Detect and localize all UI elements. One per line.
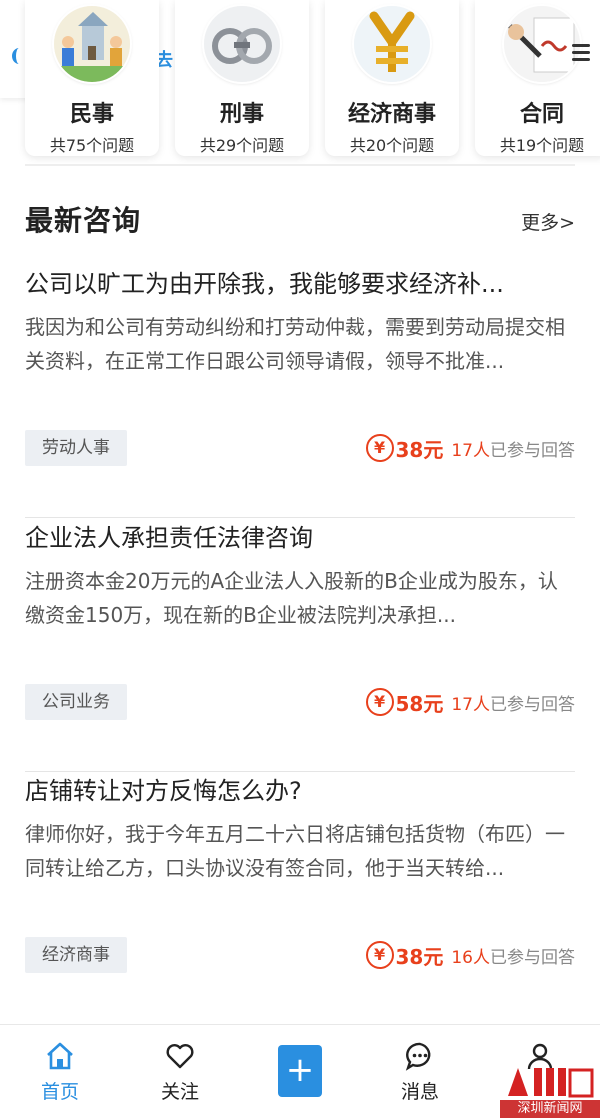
category-card-economic[interactable]: 经济商事 共20个问题 bbox=[325, 0, 459, 156]
category-count: 共20个问题 bbox=[349, 136, 435, 155]
category-count: 共75个问题 bbox=[49, 136, 135, 155]
category-name: 合同 bbox=[519, 102, 564, 127]
participant-count: 16人 bbox=[451, 947, 490, 968]
reward-price: 38元 bbox=[395, 944, 444, 969]
answered-label: 已参与回答 bbox=[490, 694, 575, 715]
category-strip: 去 民事 共75个问题 刑事 共29个问题 经济商事 共20个问题 合同 共19… bbox=[0, 0, 600, 170]
question-item[interactable]: 公司以旷工为由开除我，我能够要求经济补... 我因为和公司有劳动纠纷和打劳动仲裁… bbox=[25, 264, 575, 518]
home-icon bbox=[47, 1042, 73, 1070]
divider bbox=[25, 164, 575, 166]
category-card-civil[interactable]: 民事 共75个问题 bbox=[25, 0, 159, 156]
category-count: 共19个问题 bbox=[499, 136, 585, 155]
question-tag[interactable]: 劳动人事 bbox=[25, 430, 127, 466]
section-title: 最新咨询 bbox=[25, 204, 142, 237]
yen-icon: ¥ bbox=[365, 434, 394, 462]
heart-icon bbox=[166, 1044, 194, 1069]
add-question-button[interactable]: + bbox=[278, 1045, 322, 1097]
handcuffs-icon bbox=[204, 6, 280, 82]
nav-label: 消息 bbox=[400, 1081, 439, 1103]
shenzhen-news-logo-icon bbox=[508, 1068, 594, 1098]
question-tag[interactable]: 经济商事 bbox=[25, 937, 127, 973]
category-name: 刑事 bbox=[219, 102, 264, 127]
nav-home[interactable]: 首页 bbox=[0, 1025, 120, 1120]
question-meta: ¥ 38元 16人 已参与回答 bbox=[365, 939, 575, 971]
answered-label: 已参与回答 bbox=[490, 440, 575, 461]
participant-count: 17人 bbox=[451, 694, 490, 715]
partial-icon bbox=[12, 48, 26, 64]
category-card-criminal[interactable]: 刑事 共29个问题 bbox=[175, 0, 309, 156]
question-body: 律师你好，我于今年五月二十六日将店铺包括货物（布匹）一同转让给乙方，口头协议没有… bbox=[25, 822, 565, 880]
yen-icon: ¥ bbox=[365, 941, 394, 969]
category-name: 民事 bbox=[69, 102, 114, 127]
question-title[interactable]: 企业法人承担责任法律咨询 bbox=[25, 518, 575, 553]
contract-signing-icon bbox=[504, 6, 580, 82]
nav-label: 关注 bbox=[160, 1081, 199, 1103]
question-body: 我因为和公司有劳动纠纷和打劳动仲裁，需要到劳动局提交相关资料，在正常工作日跟公司… bbox=[25, 315, 565, 373]
category-card-contract[interactable]: 合同 共19个问题 bbox=[475, 0, 600, 156]
reward-price: 38元 bbox=[395, 437, 444, 462]
question-tag[interactable]: 公司业务 bbox=[25, 684, 127, 720]
reward-price: 58元 bbox=[395, 691, 444, 716]
more-link[interactable]: 更多> bbox=[521, 208, 575, 235]
watermark-logo: 深圳新闻网 bbox=[500, 1062, 600, 1120]
answered-label: 已参与回答 bbox=[490, 947, 575, 968]
question-meta: ¥ 38元 17人 已参与回答 bbox=[365, 432, 575, 464]
civil-dispute-illustration-icon bbox=[54, 6, 130, 82]
yen-coin-icon bbox=[354, 6, 430, 82]
participant-count: 17人 bbox=[451, 440, 490, 461]
question-title[interactable]: 店铺转让对方反悔怎么办? bbox=[25, 771, 575, 806]
question-body: 注册资本金20万元的A企业法人入股新的B企业成为股东，认缴资金150万，现在新的… bbox=[25, 569, 558, 627]
nav-messages[interactable]: 消息 bbox=[360, 1025, 480, 1120]
question-item[interactable]: 店铺转让对方反悔怎么办? 律师你好，我于今年五月二十六日将店铺包括货物（布匹）一… bbox=[25, 771, 575, 1025]
yen-icon: ¥ bbox=[365, 688, 394, 716]
question-meta: ¥ 58元 17人 已参与回答 bbox=[365, 686, 575, 718]
watermark-text: 深圳新闻网 bbox=[500, 1100, 600, 1118]
question-title[interactable]: 公司以旷工为由开除我，我能够要求经济补... bbox=[25, 264, 575, 299]
chat-bubble-icon bbox=[405, 1042, 431, 1071]
question-item[interactable]: 企业法人承担责任法律咨询 注册资本金20万元的A企业法人入股新的B企业成为股东，… bbox=[25, 518, 575, 772]
category-count: 共29个问题 bbox=[199, 136, 285, 155]
menu-icon[interactable] bbox=[572, 40, 592, 72]
category-name: 经济商事 bbox=[347, 102, 436, 127]
nav-label: 首页 bbox=[40, 1081, 79, 1103]
nav-follow[interactable]: 关注 bbox=[120, 1025, 240, 1120]
